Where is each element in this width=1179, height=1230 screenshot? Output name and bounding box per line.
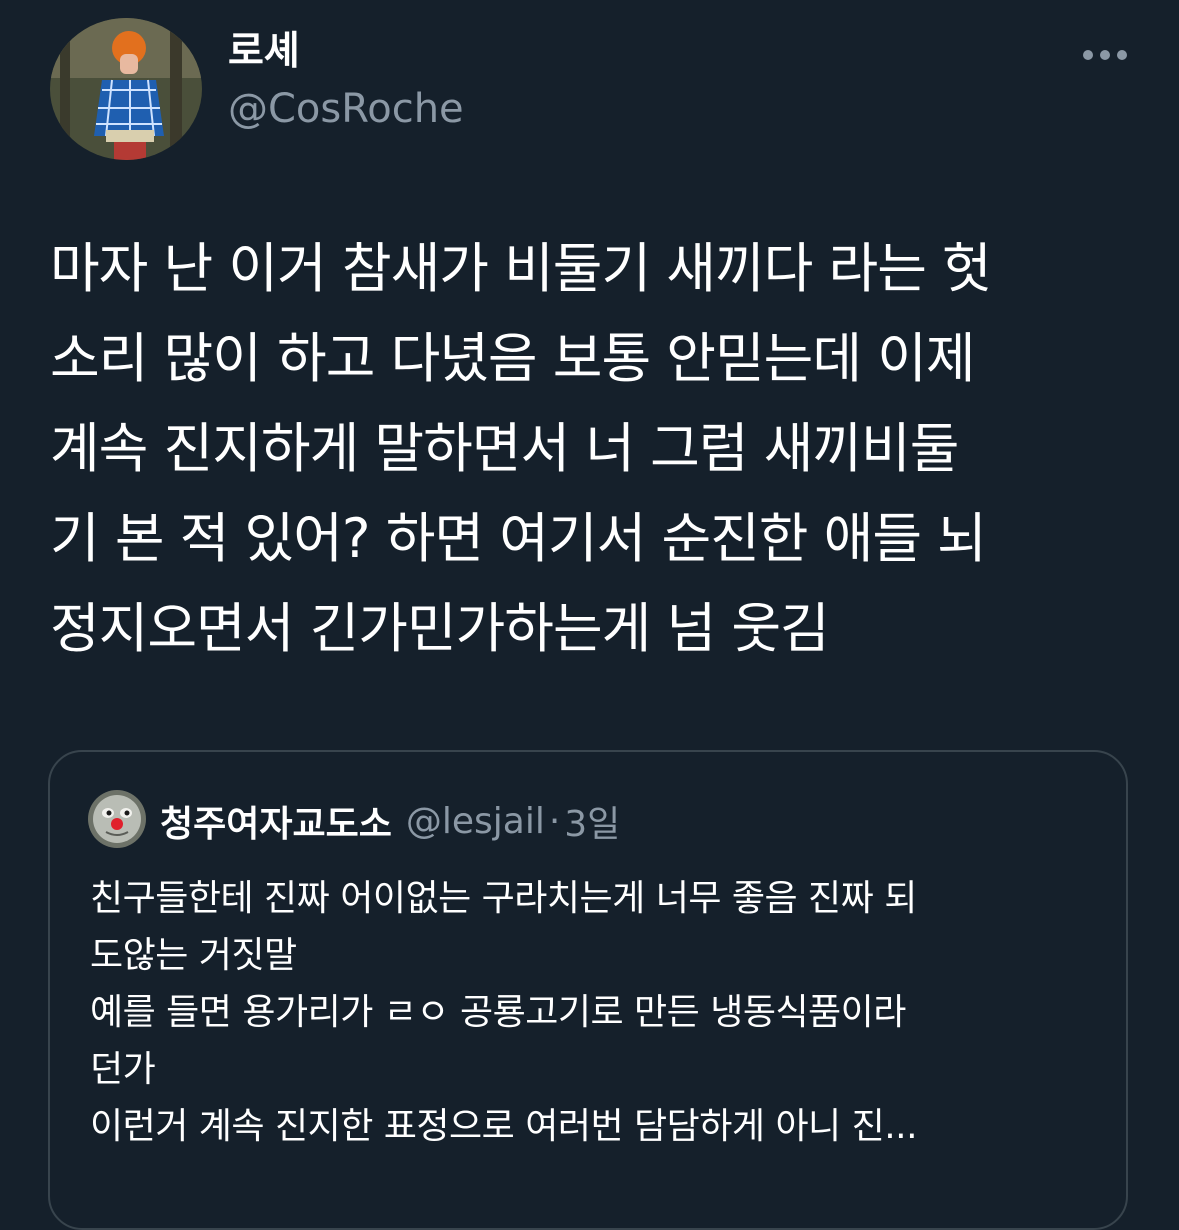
more-options-button[interactable] xyxy=(1080,40,1130,70)
quoted-tweet-text: 친구들한테 진짜 어이없는 구라치는게 너무 좋음 진짜 되 도않는 거짓말 예… xyxy=(90,870,1100,1155)
quoted-author-display-name[interactable]: 청주여자교도소 xyxy=(160,795,392,847)
quoted-text-line: 이런거 계속 진지한 표정으로 여러번 담담하게 아니 진... xyxy=(90,1106,918,1147)
tweet-text-line: 정지오면서 긴가민가하는게 넘 웃김 xyxy=(50,597,830,660)
quoted-tweet-card[interactable]: 청주여자교도소 @lesjail · 3일 친구들한테 진짜 어이없는 구라치는… xyxy=(48,750,1128,1230)
profile-photo-icon xyxy=(50,18,202,160)
tweet-text-line: 소리 많이 하고 다녔음 보통 안믿는데 이제 xyxy=(50,327,976,390)
thomas-tank-face-icon xyxy=(88,790,146,848)
tweet-text-line: 기 본 적 있어? 하면 여기서 순진한 애들 뇌 xyxy=(50,507,987,570)
tweet-text-line: 마자 난 이거 참새가 비둘기 새끼다 라는 헛 xyxy=(50,237,992,300)
quoted-text-line: 예를 들면 용가리가 ㄹㅇ 공룡고기로 만든 냉동식품이라 xyxy=(90,992,906,1033)
quoted-separator: · xyxy=(548,800,561,842)
quoted-text-line: 도않는 거짓말 xyxy=(90,935,297,976)
quoted-text-line: 친구들한테 진짜 어이없는 구라치는게 너무 좋음 진짜 되 xyxy=(90,878,917,919)
quoted-author-handle[interactable]: @lesjail xyxy=(406,801,545,842)
author-handle[interactable]: @CosRoche xyxy=(228,84,464,134)
tweet-text-line: 계속 진지하게 말하면서 너 그럼 새끼비둘 xyxy=(50,417,959,480)
quoted-tweet-header: 청주여자교도소 @lesjail · 3일 xyxy=(160,796,620,846)
tweet-screen: { "colors": { "background": "#15202b", "… xyxy=(0,0,1179,1230)
more-horizontal-icon xyxy=(1083,50,1127,60)
quoted-timestamp[interactable]: 3일 xyxy=(564,795,620,847)
author-avatar[interactable] xyxy=(50,18,202,160)
tweet-text: 마자 난 이거 참새가 비둘기 새끼다 라는 헛 소리 많이 하고 다녔음 보통… xyxy=(50,224,1140,674)
quoted-text-line: 던가 xyxy=(90,1049,156,1090)
author-display-name[interactable]: 로셰 xyxy=(228,28,300,76)
quoted-author-avatar[interactable] xyxy=(88,790,146,848)
